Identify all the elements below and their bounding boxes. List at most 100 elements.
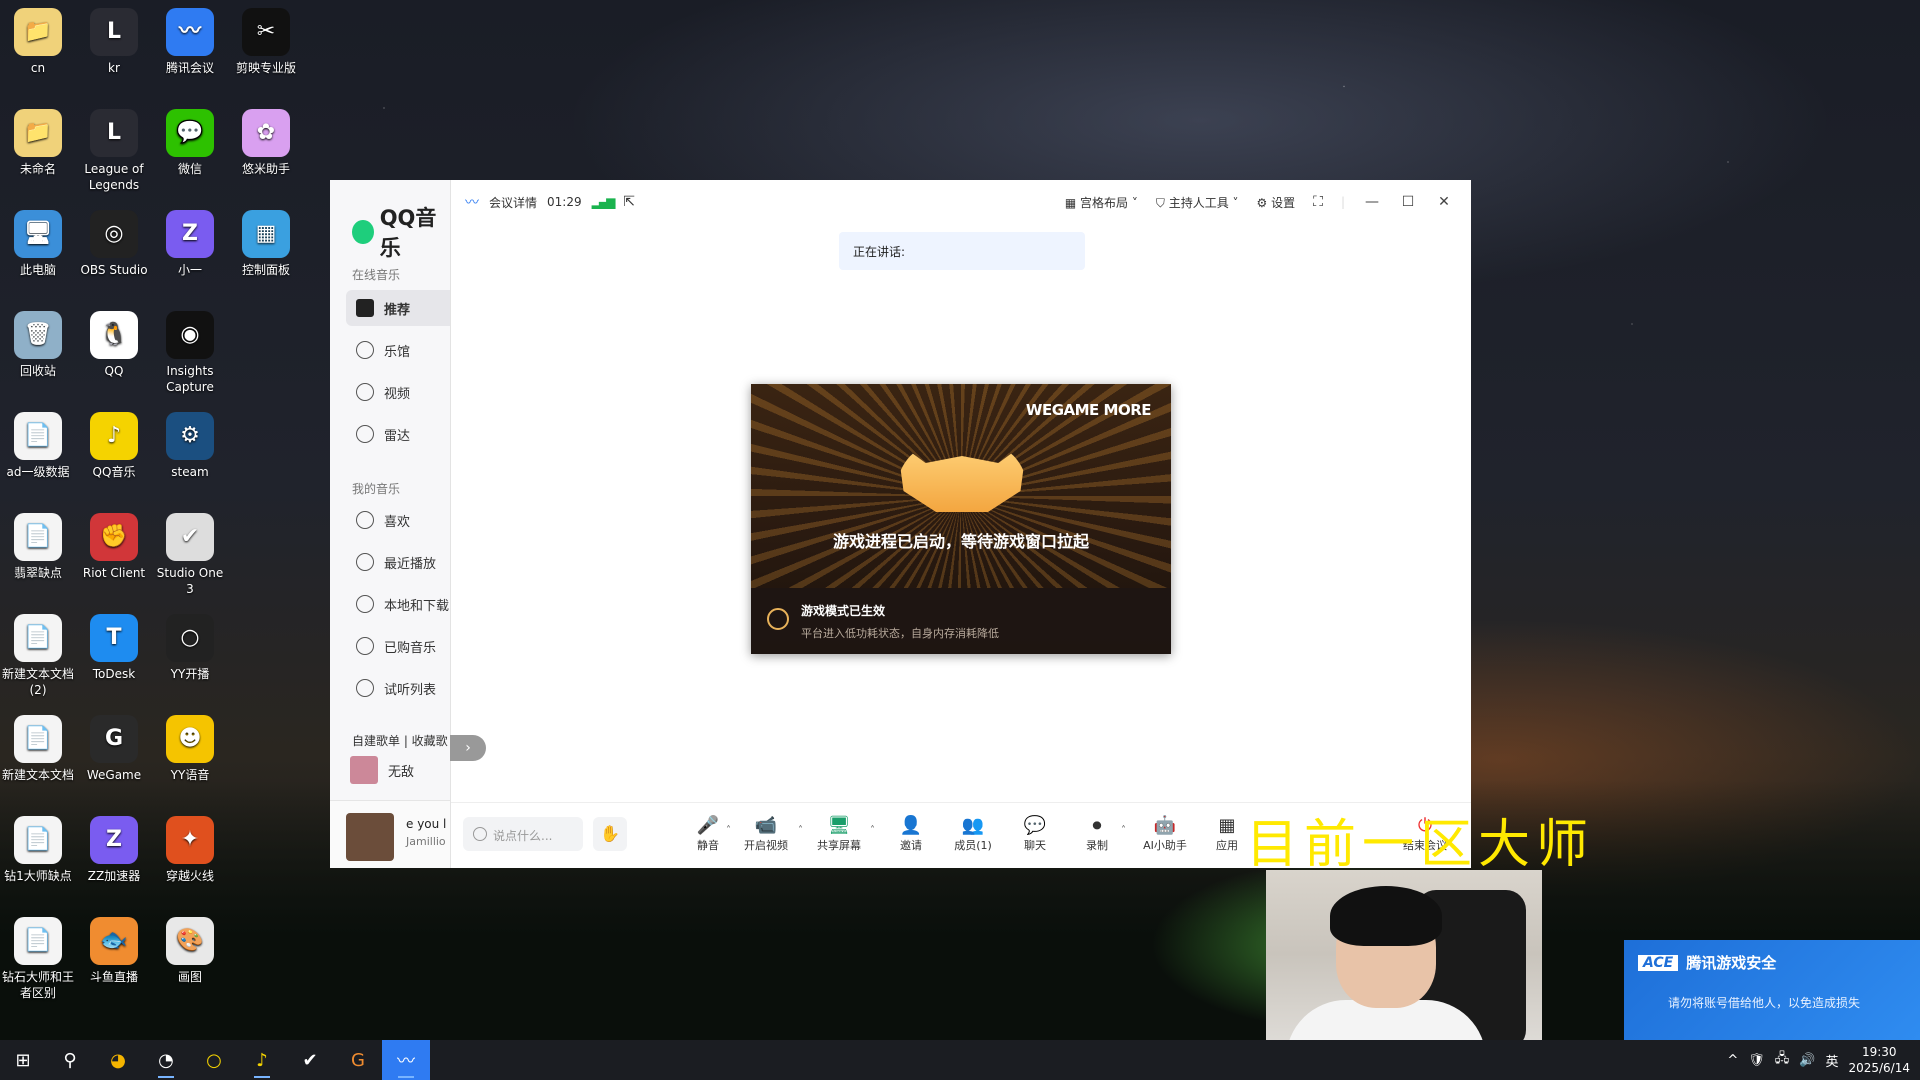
desktop-icon[interactable]: 💬 微信 bbox=[152, 103, 228, 177]
nav-recommend[interactable]: 推荐 bbox=[346, 290, 450, 326]
nav-local-download[interactable]: 本地和下载 bbox=[346, 586, 450, 622]
security-toast[interactable]: ACE 腾讯游戏安全 请勿将账号借给他人，以免造成损失 bbox=[1624, 940, 1920, 1040]
desktop-icon[interactable]: ✿ 悠米助手 bbox=[228, 103, 304, 177]
nav-recent[interactable]: 最近播放 bbox=[346, 544, 450, 580]
desktop-icon[interactable]: ◎ OBS Studio bbox=[76, 204, 152, 278]
clock[interactable]: 19:30 2025/6/14 bbox=[1848, 1044, 1910, 1076]
desktop-icon[interactable]: 🗑 回收站 bbox=[0, 305, 76, 379]
qqmusic-logo-text: QQ音乐 bbox=[379, 206, 437, 260]
layout-button[interactable]: ▦ 宫格布局 ˅ bbox=[1065, 194, 1138, 211]
desktop-icon[interactable]: 📄 新建文本文档 bbox=[0, 709, 76, 783]
raise-hand-icon[interactable]: ✋ bbox=[593, 817, 627, 851]
desktop-icon[interactable]: Lkr bbox=[76, 2, 152, 76]
chevron-up-icon[interactable]: ˄ bbox=[798, 825, 803, 836]
heart-icon bbox=[356, 511, 374, 529]
studio-one-taskbar-icon[interactable]: ✔ bbox=[286, 1040, 334, 1080]
desktop-icon[interactable]: ♪ QQ音乐 bbox=[76, 406, 152, 480]
nav-video[interactable]: 视频 bbox=[346, 374, 450, 410]
desktop-icon[interactable]: ✂ 剪映专业版 bbox=[228, 2, 304, 76]
desktop-icon[interactable]: Z ZZ加速器 bbox=[76, 810, 152, 884]
nav-liked[interactable]: 喜欢 bbox=[346, 502, 450, 538]
obs-taskbar-icon[interactable]: ◔ bbox=[142, 1040, 190, 1080]
start-video-button[interactable]: 📹 开启视频 bbox=[736, 815, 796, 853]
desktop-icon[interactable]: ☻ YY语音 bbox=[152, 709, 228, 783]
chevron-up-icon[interactable]: ˄ bbox=[726, 825, 731, 836]
desktop-icon[interactable]: 📄 钻石大师和王者区别 bbox=[0, 911, 76, 1001]
yy-taskbar-icon[interactable]: ○ bbox=[190, 1040, 238, 1080]
tencent-meeting-taskbar-icon[interactable]: 〰 bbox=[382, 1040, 430, 1080]
external-link-icon[interactable]: ⇱ bbox=[623, 194, 635, 210]
layout-label: 宫格布局 bbox=[1080, 195, 1129, 210]
desktop-icon[interactable]: 📄 ad一级数据 bbox=[0, 406, 76, 480]
screen-share-icon: 🖥 bbox=[827, 815, 851, 836]
desktop-icon[interactable]: ⚙ steam bbox=[152, 406, 228, 480]
start-windows-icon[interactable]: ⊞ bbox=[0, 1040, 46, 1080]
chevron-up-icon[interactable]: ˄ bbox=[1121, 825, 1126, 836]
nav-purchased[interactable]: 已购音乐 bbox=[346, 628, 450, 664]
fullscreen-icon[interactable]: ⛶ bbox=[1313, 194, 1323, 210]
nav-trial-list[interactable]: 试听列表 bbox=[346, 670, 450, 706]
invite-button[interactable]: 👤 邀请 bbox=[881, 815, 941, 853]
network-icon[interactable]: 🖧 bbox=[1775, 1049, 1790, 1071]
desktop-icon[interactable]: 📄 钻1大师缺点 bbox=[0, 810, 76, 884]
qqmusic-taskbar-icon[interactable]: ♪ bbox=[238, 1040, 286, 1080]
app-icon: 💬 bbox=[166, 109, 214, 157]
nav-music-hall[interactable]: 乐馆 bbox=[346, 332, 450, 368]
desktop-icon[interactable]: 🖥 此电脑 bbox=[0, 204, 76, 278]
chevron-right-icon[interactable]: › bbox=[450, 735, 486, 761]
host-tools-button[interactable]: ⛉ 主持人工具 ˅ bbox=[1156, 194, 1239, 211]
close-icon[interactable]: ✕ bbox=[1435, 194, 1453, 210]
chevron-up-icon[interactable]: ˄ bbox=[870, 825, 875, 836]
now-playing-bar[interactable]: e you l Jamillio bbox=[330, 800, 450, 868]
desktop-icon[interactable]: ✔ Studio One 3 bbox=[152, 507, 228, 597]
app-icon: ☻ bbox=[166, 715, 214, 763]
nav-radar[interactable]: 雷达 bbox=[346, 416, 450, 452]
playlist-tabs[interactable]: 自建歌单 | 收藏歌 bbox=[352, 732, 448, 749]
ai-assistant-button[interactable]: 🤖 AI小助手 bbox=[1135, 815, 1195, 853]
desktop-icon[interactable]: 📁 cn bbox=[0, 2, 76, 76]
record-button[interactable]: ⏺ 录制 bbox=[1067, 815, 1127, 853]
desktop-icon[interactable]: G WeGame bbox=[76, 709, 152, 783]
desktop-icon[interactable]: ✊ Riot Client bbox=[76, 507, 152, 581]
share-screen-button[interactable]: 🖥 共享屏幕 bbox=[809, 815, 869, 853]
desktop-icon[interactable]: 〰腾讯会议 bbox=[152, 2, 228, 76]
chrome-icon[interactable]: ◕ bbox=[94, 1040, 142, 1080]
desktop-icon[interactable]: 🐧 QQ bbox=[76, 305, 152, 379]
desktop-icon[interactable]: ✦ 穿越火线 bbox=[152, 810, 228, 884]
ace-logo-icon: ACE bbox=[1638, 954, 1679, 971]
desktop-icon[interactable]: T ToDesk bbox=[76, 608, 152, 682]
nav-label: 试听列表 bbox=[384, 682, 437, 698]
desktop-icon[interactable]: 📄 翡翠缺点 bbox=[0, 507, 76, 581]
nav-label: 视频 bbox=[384, 386, 411, 402]
chat-input[interactable]: 说点什么... bbox=[463, 817, 583, 851]
record-icon: ⏺ bbox=[1092, 815, 1102, 836]
tray-overflow-icon[interactable]: ^ bbox=[1727, 1053, 1738, 1068]
now-playing-title: e you l bbox=[406, 817, 447, 831]
desktop-icon[interactable]: L League of Legends bbox=[76, 103, 152, 193]
start-video-label: 开启视频 bbox=[744, 839, 788, 852]
desktop-icon[interactable]: 📁 未命名 bbox=[0, 103, 76, 177]
home-icon bbox=[356, 299, 374, 317]
minimize-icon[interactable]: — bbox=[1363, 194, 1381, 210]
wegame-taskbar-icon[interactable]: G bbox=[334, 1040, 382, 1080]
desktop-icon[interactable]: ▦ 控制面板 bbox=[228, 204, 304, 278]
volume-icon[interactable]: 🔊 bbox=[1799, 1053, 1815, 1068]
desktop-icon[interactable]: 🎨 画图 bbox=[152, 911, 228, 985]
desktop-icon[interactable]: ◉ Insights Capture bbox=[152, 305, 228, 395]
playlist-item[interactable]: 无敌 bbox=[350, 756, 414, 784]
app-icon: ✂ bbox=[242, 8, 290, 56]
desktop-icon[interactable]: ○ YY开播 bbox=[152, 608, 228, 682]
desktop-icon[interactable]: 📄 新建文本文档 (2) bbox=[0, 608, 76, 698]
search-icon[interactable]: ⚲ bbox=[46, 1040, 94, 1080]
desktop-icon-label: League of Legends bbox=[84, 162, 144, 192]
chat-button[interactable]: 💬 聊天 bbox=[1005, 815, 1065, 853]
input-method-icon[interactable]: 英 bbox=[1825, 1051, 1838, 1070]
meeting-details-button[interactable]: 会议详情 bbox=[489, 194, 537, 211]
members-button[interactable]: 👥 成员(1) bbox=[943, 815, 1003, 853]
security-tray-icon[interactable]: 🛡 bbox=[1748, 1053, 1765, 1068]
maximize-icon[interactable]: ☐ bbox=[1399, 194, 1417, 210]
settings-button[interactable]: ⚙ 设置 bbox=[1257, 194, 1296, 211]
desktop-icon[interactable]: 🐟 斗鱼直播 bbox=[76, 911, 152, 985]
ai-robot-icon: 🤖 bbox=[1153, 815, 1177, 836]
desktop-icon[interactable]: Z 小一 bbox=[152, 204, 228, 278]
